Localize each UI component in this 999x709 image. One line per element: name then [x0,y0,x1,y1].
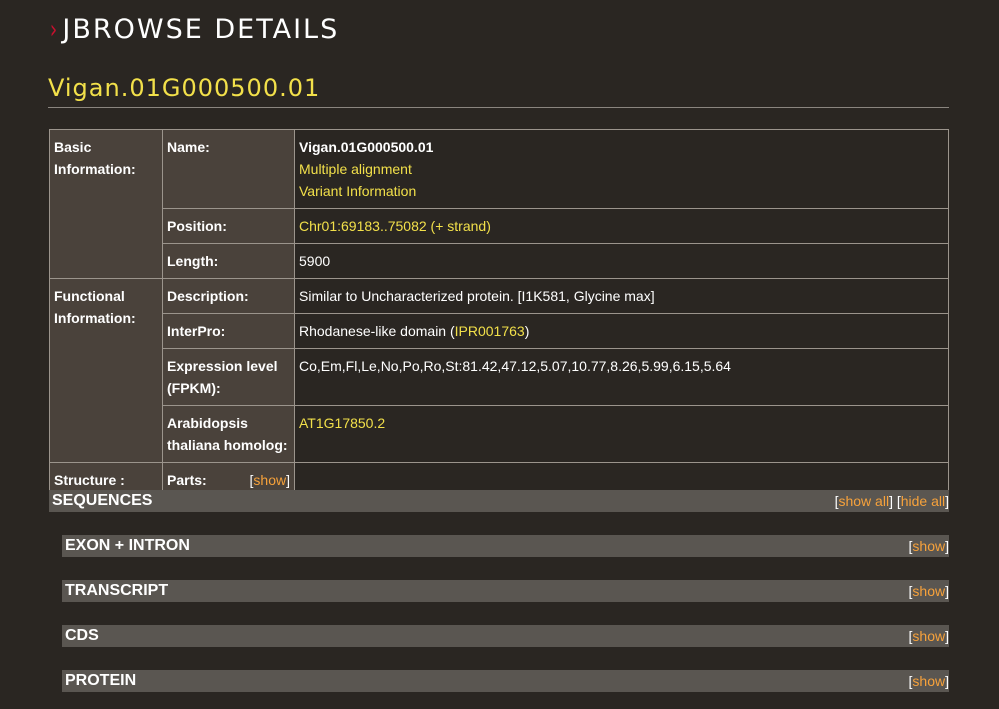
expression-label-cell: Expression level (FPKM): [162,348,295,406]
transcript-heading: TRANSCRIPT [65,582,169,599]
functional-information-group: Functional Information: [49,278,163,463]
interpro-value-cell: Rhodanese-like domain (IPR001763) [294,313,949,349]
homolog-value-cell: AT1G17850.2 [294,405,949,463]
show-all-link[interactable]: show all [838,493,889,509]
exon-intron-section-bar: EXON + INTRON [show] [62,535,949,557]
exon-intron-heading: EXON + INTRON [65,537,190,554]
homolog-label-cell: Arabidopsis thaliana homolog: [162,405,295,463]
page-header: › JBROWSE DETAILS [48,14,339,45]
hide-all-link[interactable]: hide all [901,493,945,509]
expression-value-cell: Co,Em,Fl,Le,No,Po,Ro,St:81.42,47.12,5.07… [294,348,949,406]
feature-title: Vigan.01G000500.01 [48,74,321,102]
protein-show-link[interactable]: show [912,673,945,689]
cds-show-link[interactable]: show [912,628,945,644]
cds-heading: CDS [65,627,99,644]
table-row: Position: Chr01:69183..75082 (+ strand) [50,208,949,244]
position-value-cell: Chr01:69183..75082 (+ strand) [294,208,949,244]
multiple-alignment-link[interactable]: Multiple alignment [299,158,944,180]
chevron-right-icon: › [49,14,59,45]
protein-heading: PROTEIN [65,672,137,689]
table-row: Expression level (FPKM): Co,Em,Fl,Le,No,… [50,348,949,406]
transcript-show-link[interactable]: show [912,583,945,599]
name-label-cell: Name: [162,129,295,209]
table-row: Basic Information: Name: Vigan.01G000500… [49,129,949,279]
length-value-cell: 5900 [294,243,949,279]
exon-intron-show-link[interactable]: show [912,538,945,554]
basic-information-group: Basic Information: [49,129,163,279]
table-row: InterPro: Rhodanese-like domain (IPR0017… [50,313,949,349]
table-row: Functional Information: Description: Sim… [49,278,949,463]
length-label-cell: Length: [162,243,295,279]
interpro-text: Rhodanese-like domain ( [299,323,455,339]
parts-show-link[interactable]: show [253,472,286,488]
table-row: Length: 5900 [50,243,949,279]
protein-section-bar: PROTEIN [show] [62,670,949,692]
position-link[interactable]: Chr01:69183..75082 (+ strand) [299,218,491,234]
table-row: Arabidopsis thaliana homolog: AT1G17850.… [50,405,949,463]
position-label-cell: Position: [162,208,295,244]
name-value: Vigan.01G000500.01 [299,139,434,155]
title-divider [48,107,949,108]
transcript-section-bar: TRANSCRIPT [show] [62,580,949,602]
description-value-cell: Similar to Uncharacterized protein. [I1K… [294,278,949,314]
sequences-section-bar: SEQUENCES [show all] [hide all] [49,490,949,512]
cds-section-bar: CDS [show] [62,625,949,647]
variant-information-link[interactable]: Variant Information [299,180,944,202]
interpro-link[interactable]: IPR001763 [455,323,525,339]
details-table: Basic Information: Name: Vigan.01G000500… [49,129,949,498]
description-label-cell: Description: [162,278,295,314]
interpro-label-cell: InterPro: [162,313,295,349]
interpro-close: ) [524,323,530,339]
page-title: JBROWSE DETAILS [62,14,340,45]
name-value-cell: Vigan.01G000500.01 Multiple alignment Va… [294,129,949,209]
sequences-heading: SEQUENCES [52,492,153,509]
homolog-link[interactable]: AT1G17850.2 [299,415,385,431]
